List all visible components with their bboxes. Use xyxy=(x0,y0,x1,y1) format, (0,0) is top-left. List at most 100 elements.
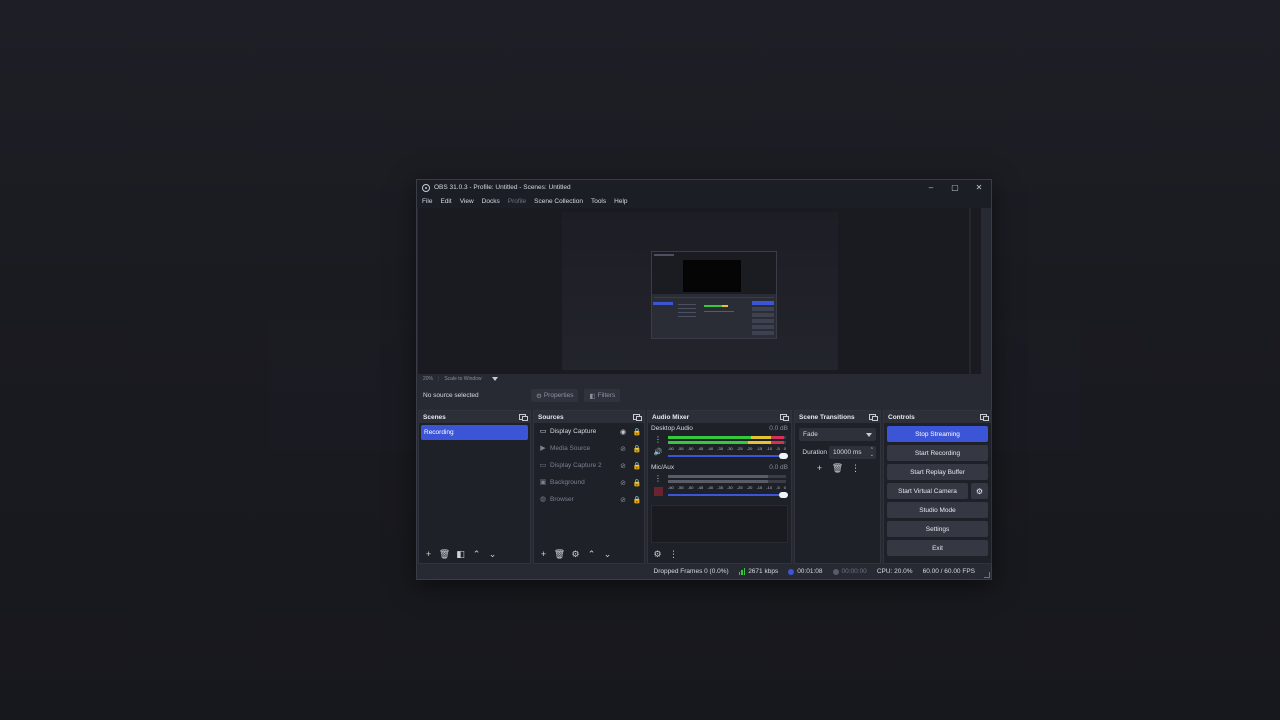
properties-button[interactable]: ⚙ Properties xyxy=(531,389,579,402)
volume-slider[interactable] xyxy=(668,453,788,459)
bitrate-status: 2671 kbps xyxy=(738,568,778,575)
remove-source-button[interactable]: 🗑 xyxy=(553,548,566,561)
virtual-camera-row: Start Virtual Camera ⚙ xyxy=(887,483,988,499)
obs-main-window: OBS 31.0.3 - Profile: Untitled - Scenes:… xyxy=(416,179,992,580)
lock-icon[interactable]: 🔒 xyxy=(630,445,644,453)
source-properties-button[interactable]: ⚙ xyxy=(569,548,582,561)
lock-icon[interactable]: 🔒 xyxy=(630,496,644,504)
hidden-eye-icon[interactable]: ⊘ xyxy=(616,462,630,470)
lock-icon[interactable]: 🔒 xyxy=(630,462,644,470)
lock-icon[interactable]: 🔒 xyxy=(630,479,644,487)
audio-mixer-toolbar: ⚙ ⋮ xyxy=(648,546,791,563)
hidden-eye-icon[interactable]: ⊘ xyxy=(616,479,630,487)
minimize-button[interactable]: – xyxy=(919,180,943,195)
hidden-eye-icon[interactable]: ⊘ xyxy=(616,496,630,504)
volume-slider-knob[interactable] xyxy=(779,453,788,459)
undock-icon[interactable] xyxy=(633,414,642,421)
preview-area[interactable] xyxy=(418,208,981,374)
advanced-audio-properties-button[interactable]: ⚙ xyxy=(651,548,664,561)
add-scene-button[interactable]: + xyxy=(422,548,435,561)
close-button[interactable]: ✕ xyxy=(967,180,991,195)
maximize-button[interactable]: ▢ xyxy=(943,180,967,195)
volume-slider[interactable] xyxy=(668,492,788,498)
menu-help[interactable]: Help xyxy=(614,198,627,205)
move-source-up-button[interactable]: ⌃ xyxy=(585,548,598,561)
stream-indicator-icon xyxy=(788,568,795,575)
scale-mode-dropdown-icon[interactable] xyxy=(491,377,498,381)
transition-select[interactable]: Fade xyxy=(799,428,876,441)
chevron-down-icon xyxy=(866,432,872,437)
audio-channel-mic: Mic/Aux 0.0 dB ⋮ -60 -55 -50 -45 -40 -35 -30 -2… xyxy=(648,464,791,501)
menu-view[interactable]: View xyxy=(460,198,474,205)
move-scene-up-button[interactable]: ⌃ xyxy=(470,548,483,561)
menu-edit[interactable]: Edit xyxy=(440,198,451,205)
audio-mixer-dock: Audio Mixer Desktop Audio 0.0 dB ⋮ 🔊 -60… xyxy=(647,410,792,564)
undock-icon[interactable] xyxy=(980,414,989,421)
preview-scrollbar[interactable] xyxy=(969,208,971,374)
lock-icon[interactable]: 🔒 xyxy=(630,428,644,436)
menu-file[interactable]: File xyxy=(422,198,432,205)
menu-tools[interactable]: Tools xyxy=(591,198,606,205)
menu-scene-collection[interactable]: Scene Collection xyxy=(534,198,583,205)
resize-grip-icon[interactable] xyxy=(984,572,990,578)
exit-button[interactable]: Exit xyxy=(887,540,988,556)
scene-filters-button[interactable]: ◧ xyxy=(454,548,467,561)
settings-button[interactable]: Settings xyxy=(887,521,988,537)
audio-channel-desktop: Desktop Audio 0.0 dB ⋮ 🔊 -60 -55 -50 -45… xyxy=(648,425,791,462)
undock-icon[interactable] xyxy=(519,414,528,421)
audio-mixer-empty-area xyxy=(651,505,788,543)
filters-button[interactable]: ◧ Filters xyxy=(584,389,621,402)
preview-canvas[interactable] xyxy=(562,212,838,370)
sources-dock-header: Sources xyxy=(534,411,644,423)
scene-transitions-title: Scene Transitions xyxy=(799,413,855,421)
hidden-eye-icon[interactable]: ⊘ xyxy=(616,445,630,453)
audio-mixer-menu-button[interactable]: ⋮ xyxy=(667,548,680,561)
visibility-eye-icon[interactable]: ◉ xyxy=(616,428,630,436)
speaker-icon[interactable]: 🔊 xyxy=(654,448,663,456)
start-virtual-camera-button[interactable]: Start Virtual Camera xyxy=(887,483,968,499)
start-replay-buffer-button[interactable]: Start Replay Buffer xyxy=(887,464,988,480)
duration-row: Duration 10000 ms ⌃ ⌄ xyxy=(795,446,876,459)
duration-spinbox[interactable]: 10000 ms ⌃ ⌄ xyxy=(829,446,876,459)
source-item-background[interactable]: ▣ Background ⊘ 🔒 xyxy=(534,474,644,491)
source-item-browser[interactable]: ◍ Browser ⊘ 🔒 xyxy=(534,491,644,508)
controls-header: Controls xyxy=(884,411,991,423)
channel-menu-icon[interactable]: ⋮ xyxy=(654,434,662,445)
image-icon: ▣ xyxy=(539,479,547,486)
muted-speaker-icon[interactable] xyxy=(653,487,663,496)
remove-transition-button[interactable]: 🗑 xyxy=(831,462,844,475)
meter-scale: -60 -55 -50 -45 -40 -35 -30 -25 -20 -15 -10 -5 0 xyxy=(668,485,786,490)
move-source-down-button[interactable]: ⌄ xyxy=(601,548,614,561)
scene-item-recording[interactable]: Recording xyxy=(421,425,528,440)
window-title: OBS 31.0.3 - Profile: Untitled - Scenes:… xyxy=(434,184,571,191)
move-scene-down-button[interactable]: ⌄ xyxy=(486,548,499,561)
remove-scene-button[interactable]: 🗑 xyxy=(438,548,451,561)
audio-mixer-header: Audio Mixer xyxy=(648,411,791,423)
add-transition-button[interactable]: + xyxy=(813,462,826,475)
stop-streaming-button[interactable]: Stop Streaming xyxy=(887,426,988,442)
volume-slider-knob[interactable] xyxy=(779,492,788,498)
menu-docks[interactable]: Docks xyxy=(482,198,500,205)
source-item-display-capture[interactable]: ▭ Display Capture ◉ 🔒 xyxy=(534,423,644,440)
sources-dock: Sources ▭ Display Capture ◉ 🔒 ▶ Media So… xyxy=(533,410,645,564)
spin-arrows-icon[interactable]: ⌃ ⌄ xyxy=(870,447,874,458)
menu-bar: File Edit View Docks Profile Scene Colle… xyxy=(417,195,991,208)
studio-mode-button[interactable]: Studio Mode xyxy=(887,502,988,518)
undock-icon[interactable] xyxy=(780,414,789,421)
start-recording-button[interactable]: Start Recording xyxy=(887,445,988,461)
virtual-camera-settings-gear-icon[interactable]: ⚙ xyxy=(971,483,988,499)
transition-menu-button[interactable]: ⋮ xyxy=(849,462,862,475)
scale-mode-label[interactable]: Scale to Window xyxy=(444,376,481,382)
preview-content-thumbnail xyxy=(651,251,777,339)
monitor-icon: ▭ xyxy=(539,462,547,469)
scenes-title: Scenes xyxy=(423,413,446,421)
meter-bar-right xyxy=(668,441,786,444)
channel-menu-icon[interactable]: ⋮ xyxy=(654,473,662,484)
source-item-media-source[interactable]: ▶ Media Source ⊘ 🔒 xyxy=(534,440,644,457)
add-source-button[interactable]: + xyxy=(537,548,550,561)
menu-profile[interactable]: Profile xyxy=(508,198,526,205)
undock-icon[interactable] xyxy=(869,414,878,421)
meter-bar-left xyxy=(668,475,786,478)
source-item-display-capture-2[interactable]: ▭ Display Capture 2 ⊘ 🔒 xyxy=(534,457,644,474)
record-time-status: 00:00:00 xyxy=(832,568,867,575)
